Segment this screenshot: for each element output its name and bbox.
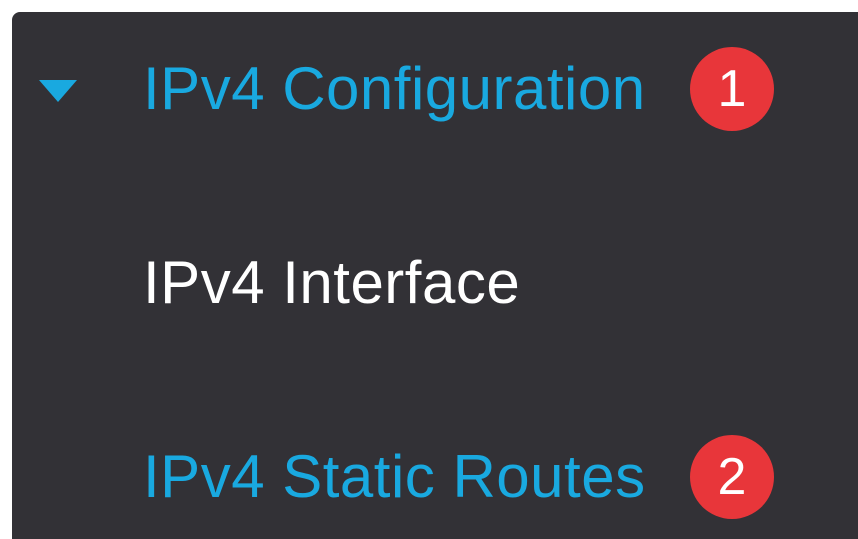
navigation-menu: IPv4 Configuration 1 IPv4 Interface IPv4… xyxy=(12,12,858,539)
menu-item-ipv4-interface[interactable]: IPv4 Interface xyxy=(12,238,858,328)
caret-down-icon[interactable] xyxy=(39,80,77,102)
menu-section-label[interactable]: IPv4 Configuration xyxy=(143,44,646,134)
step-badge-1: 1 xyxy=(690,47,774,131)
menu-item-label[interactable]: IPv4 Static Routes xyxy=(143,432,646,522)
menu-item-ipv4-static-routes[interactable]: IPv4 Static Routes 2 xyxy=(12,432,858,522)
menu-section-ipv4-configuration[interactable]: IPv4 Configuration 1 xyxy=(12,44,858,134)
step-badge-2: 2 xyxy=(690,435,774,519)
menu-item-label[interactable]: IPv4 Interface xyxy=(143,238,520,328)
